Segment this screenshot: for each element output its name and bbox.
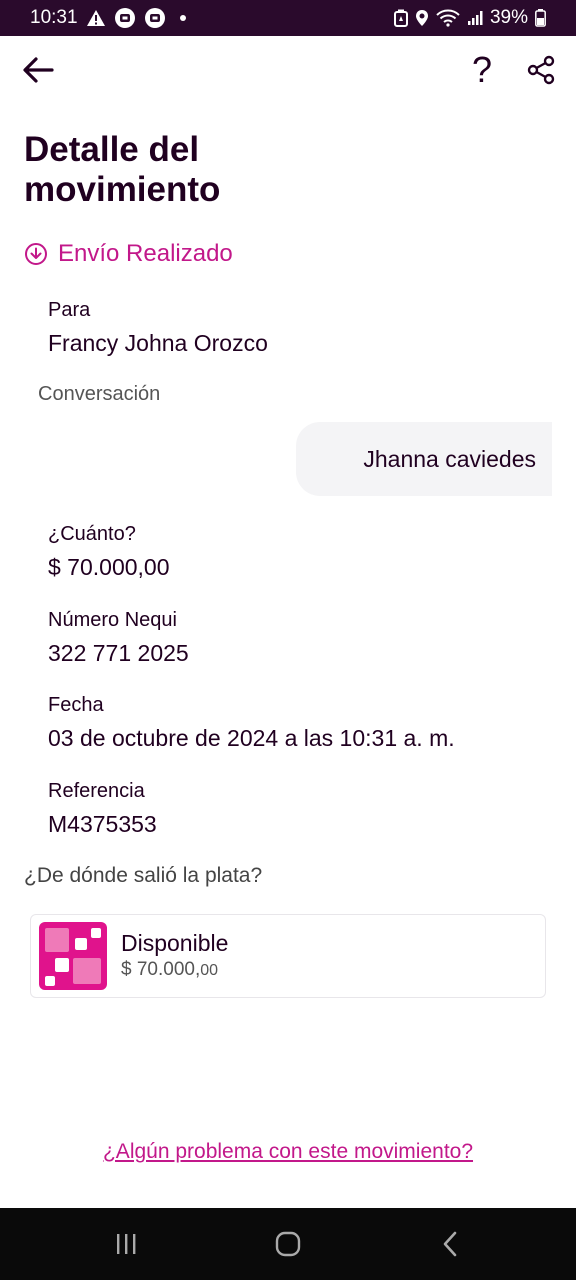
status-right: 39% xyxy=(393,7,546,29)
reference-label: Referencia xyxy=(48,780,145,802)
amount-value: $ 70.000,00 xyxy=(48,554,170,580)
reference-value: M4375353 xyxy=(48,811,157,837)
battery-saver-icon xyxy=(393,9,408,27)
page-title: Detalle del movimiento xyxy=(24,130,221,209)
share-button[interactable] xyxy=(522,50,560,90)
source-label: ¿De dónde salió la plata? xyxy=(24,864,263,887)
conversation-message: Jhanna caviedes xyxy=(296,422,552,496)
battery-icon xyxy=(535,9,546,27)
recipient-field: Para Francy Johna Orozco xyxy=(48,297,268,359)
amount-label: ¿Cuánto? xyxy=(48,523,136,545)
nequi-number-field: Número Nequi 322 771 2025 xyxy=(48,607,189,669)
account-name: Disponible xyxy=(121,929,229,956)
wifi-icon xyxy=(436,9,460,27)
reference-field: Referencia M4375353 xyxy=(48,778,157,840)
recent-apps-icon xyxy=(117,1234,136,1254)
status-label: Envío Realizado xyxy=(58,240,233,267)
back-button[interactable] xyxy=(18,50,58,90)
report-problem-link[interactable]: ¿Algún problema con este movimiento? xyxy=(0,1140,576,1164)
chevron-left-icon xyxy=(443,1231,457,1257)
recipient-label: Para xyxy=(48,299,91,321)
help-button[interactable]: ? xyxy=(466,48,498,92)
notification-dot-icon xyxy=(179,15,186,21)
status-left: 10:31 xyxy=(30,7,186,29)
system-nav-bar xyxy=(0,1208,576,1280)
signal-icon xyxy=(467,10,483,26)
warning-icon xyxy=(86,9,106,27)
recent-apps-button[interactable] xyxy=(106,1226,146,1262)
recipient-value: Francy Johna Orozco xyxy=(48,330,268,356)
share-icon xyxy=(527,55,555,85)
notification-icon xyxy=(144,7,166,29)
amount-field: ¿Cuánto? $ 70.000,00 xyxy=(48,521,170,583)
transaction-status: Envío Realizado xyxy=(24,240,233,268)
nequi-number-label: Número Nequi xyxy=(48,609,177,631)
arrow-left-icon xyxy=(23,57,54,83)
account-info: Disponible $ 70.000,00 xyxy=(121,929,228,984)
nav-back-button[interactable] xyxy=(430,1226,470,1262)
account-amount-cents: 00 xyxy=(200,961,219,979)
battery-percent: 39% xyxy=(489,7,528,28)
arrow-down-circle-icon xyxy=(25,243,47,265)
account-amount: $ 70.000,00 xyxy=(121,957,228,984)
account-card[interactable]: Disponible $ 70.000,00 xyxy=(30,914,546,998)
status-bar: 10:31 39% xyxy=(0,0,576,36)
date-value: 03 de octubre de 2024 a las 10:31 a. m. xyxy=(48,725,455,751)
location-icon xyxy=(415,9,429,27)
home-button[interactable] xyxy=(268,1226,308,1262)
notification-icon xyxy=(114,7,136,29)
account-amount-main: $ 70.000, xyxy=(121,958,201,980)
nequi-disponible-logo-icon xyxy=(39,922,107,990)
home-icon xyxy=(275,1231,301,1257)
app-bar: ? xyxy=(0,36,576,104)
date-field: Fecha 03 de octubre de 2024 a las 10:31 … xyxy=(48,692,455,754)
conversation-label: Conversación xyxy=(38,383,161,405)
date-label: Fecha xyxy=(48,694,104,716)
nequi-number-value: 322 771 2025 xyxy=(48,640,189,666)
status-time: 10:31 xyxy=(30,7,78,28)
